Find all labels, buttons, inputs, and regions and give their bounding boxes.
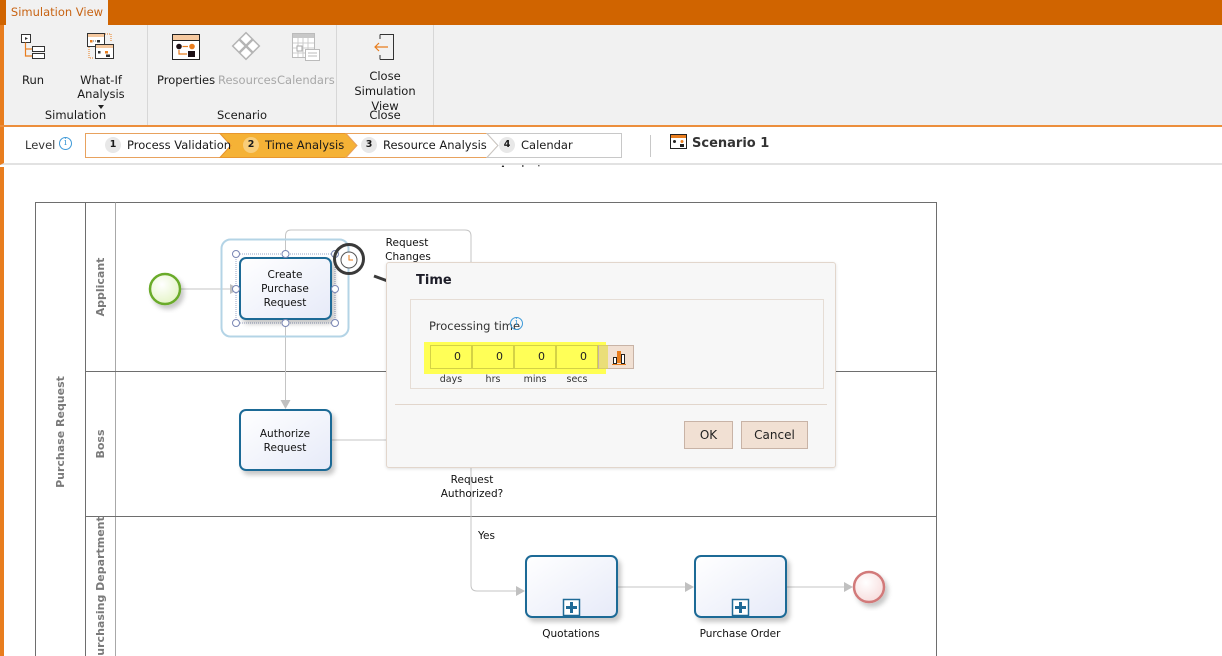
run-label: Run	[21, 73, 45, 87]
ribbon-tab-bar: Simulation View	[0, 0, 1222, 25]
scenario-selector[interactable]: Scenario 1	[670, 134, 770, 151]
gateway-label: Authorized?	[441, 488, 503, 500]
properties-icon	[172, 34, 200, 60]
close-label-line1: Close	[369, 69, 401, 83]
flow-label-yes: Yes	[477, 530, 495, 542]
dialog-divider	[395, 404, 827, 405]
info-icon[interactable]: i	[59, 137, 72, 150]
subprocess-label: Purchase Order	[700, 628, 782, 640]
minutes-field[interactable]: 0	[514, 345, 556, 369]
time-dialog: Time Processing time i 0 0 0 0 days hrs …	[386, 262, 836, 468]
ok-button[interactable]: OK	[684, 421, 733, 449]
task-label-line: Purchase	[261, 283, 309, 295]
what-if-analysis-icon	[87, 33, 114, 59]
scenario-icon	[670, 134, 687, 149]
distribution-button[interactable]	[598, 345, 634, 369]
group-label-close: Close	[369, 108, 401, 122]
close-simulation-view-icon	[374, 34, 394, 60]
calendars-label: Calendars	[277, 73, 335, 87]
gateway-label: Request	[451, 474, 494, 486]
seconds-label: secs	[566, 374, 588, 385]
scenario-divider	[650, 135, 651, 157]
step-number: 3	[361, 136, 377, 153]
pool-label: Purchase Request	[54, 376, 67, 488]
level-label: Level	[25, 138, 56, 152]
lane-label-purchasing-department[interactable]: Purchasing Department	[94, 516, 107, 656]
subprocess-purchase-order[interactable]: Purchase Order	[694, 555, 787, 640]
ribbon-group-scenario: Properties Resources Calendars Scenario	[148, 25, 337, 126]
processing-time-fields: 0 0 0 0 days hrs mins secs	[430, 345, 638, 385]
hours-label: hrs	[485, 374, 501, 385]
group-label-simulation: Simulation	[44, 108, 107, 122]
step-label: Resource Analysis	[383, 138, 487, 152]
resources-icon	[231, 31, 261, 61]
properties-button[interactable]: Properties	[157, 31, 215, 87]
level-steps: 1 Process Validation 2 Time Analysis 3 Reso…	[85, 133, 622, 177]
calendars-button[interactable]: Calendars	[277, 31, 335, 87]
subprocess-label: Quotations	[542, 628, 599, 640]
step-label: Process Validation	[127, 138, 232, 152]
ribbon: Run What-If Analysis Simulation Properti…	[0, 25, 1222, 126]
step-resource-analysis[interactable]: 3 Resource Analysis	[361, 133, 487, 158]
scenario-name: Scenario 1	[692, 136, 770, 151]
seconds-field[interactable]: 0	[556, 345, 598, 369]
task-label-line: Create	[268, 269, 303, 281]
end-event[interactable]	[852, 570, 886, 604]
calendars-icon	[292, 33, 320, 61]
days-label: days	[439, 374, 463, 385]
close-simulation-view-button[interactable]: Close Simulation View	[341, 31, 429, 114]
step-label: Time Analysis	[265, 138, 345, 152]
run-button[interactable]: Run	[18, 31, 48, 87]
task-authorize-request[interactable]: Authorize Request	[239, 409, 332, 471]
what-if-analysis-label: What-If Analysis	[77, 73, 125, 101]
step-calendar-analysis[interactable]: 4Calendar Analysis	[499, 133, 622, 177]
group-label-scenario: Scenario	[217, 108, 267, 122]
step-number: 1	[105, 136, 121, 153]
task-label-line: Authorize	[260, 428, 310, 440]
processing-time-panel: Processing time i 0 0 0 0 days hrs mins …	[410, 299, 824, 389]
task-label-line: Request	[264, 442, 307, 454]
dialog-title: Time	[416, 273, 452, 288]
step-process-validation[interactable]: 1 Process Validation	[105, 133, 231, 158]
tab-simulation-view[interactable]: Simulation View	[6, 0, 108, 25]
cancel-button[interactable]: Cancel	[741, 421, 808, 449]
step-time-analysis[interactable]: 2 Time Analysis	[243, 133, 344, 158]
run-icon	[21, 34, 45, 59]
what-if-analysis-button[interactable]: What-If Analysis	[58, 31, 144, 109]
task-label-line: Request	[264, 297, 307, 309]
lane-label-applicant[interactable]: Applicant	[94, 258, 107, 317]
processing-time-label: Processing time	[429, 319, 521, 333]
bar-chart-icon	[612, 351, 626, 365]
properties-label: Properties	[157, 73, 216, 87]
level-bar: Level i 1 Process Validation 2 Time Analys…	[0, 127, 1222, 177]
days-field[interactable]: 0	[430, 345, 472, 369]
flow-label-request-changes: Request	[386, 237, 429, 249]
start-event[interactable]	[148, 272, 182, 306]
minutes-label: mins	[523, 374, 547, 385]
step-number: 4	[499, 136, 515, 153]
step-number: 2	[243, 136, 259, 153]
ribbon-group-close: Close Simulation View Close	[337, 25, 434, 126]
resources-label: Resources	[218, 73, 277, 87]
info-icon[interactable]: i	[510, 317, 523, 330]
lane-label-boss[interactable]: Boss	[94, 429, 107, 458]
hours-field[interactable]: 0	[472, 345, 514, 369]
ribbon-group-simulation: Run What-If Analysis Simulation	[4, 25, 148, 126]
resources-button[interactable]: Resources	[218, 31, 277, 87]
